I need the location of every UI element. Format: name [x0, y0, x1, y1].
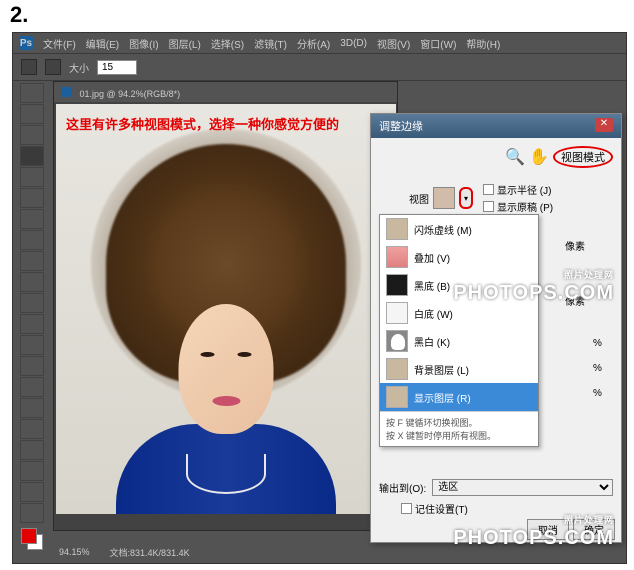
show-original-label: 显示原稿 (P)	[497, 199, 553, 214]
view-option-marching-ants[interactable]: 闪烁虚线 (M)	[380, 215, 538, 243]
view-option-on-white[interactable]: 白底 (W)	[380, 299, 538, 327]
unit-pct-1: %	[593, 338, 617, 349]
view-thumbnail[interactable]	[433, 187, 455, 209]
menu-select[interactable]: 选择(S)	[207, 34, 248, 53]
options-bar: 大小	[13, 53, 626, 81]
history-brush-tool[interactable]	[20, 272, 44, 292]
color-swatches[interactable]	[21, 528, 43, 550]
dialog-title: 调整边缘	[379, 118, 423, 134]
toolbox	[17, 81, 47, 556]
brush-tool[interactable]	[20, 230, 44, 250]
menu-edit[interactable]: 编辑(E)	[82, 34, 123, 53]
menu-window[interactable]: 窗口(W)	[416, 34, 460, 53]
menu-file[interactable]: 文件(F)	[39, 34, 80, 53]
menu-view[interactable]: 视图(V)	[373, 34, 414, 53]
status-bar: 94.15% 文档:831.4K/831.4K	[53, 543, 196, 561]
menu-image[interactable]: 图像(I)	[125, 34, 162, 53]
document-tab[interactable]: 01.jpg @ 94.2%(RGB/8*)	[54, 82, 397, 102]
lasso-tool[interactable]	[20, 125, 44, 145]
pen-tool[interactable]	[20, 377, 44, 397]
zoom-level[interactable]: 94.15%	[59, 547, 90, 557]
view-option-reveal-layer[interactable]: 显示图层 (R)	[380, 383, 538, 411]
main-menu-bar: Ps 文件(F) 编辑(E) 图像(I) 图层(L) 选择(S) 滤镜(T) 分…	[13, 33, 626, 53]
brush-preset-icon[interactable]	[45, 59, 61, 75]
refine-edge-dialog: 调整边缘 ✕ 🔍 ✋ 视图模式 视图 ▾ 显示半径 (J) 显示原稿 (P)	[370, 113, 622, 543]
show-original-checkbox[interactable]	[483, 201, 494, 212]
output-label: 输出到(O):	[379, 480, 426, 495]
menu-help[interactable]: 帮助(H)	[462, 34, 504, 53]
3d-tool[interactable]	[20, 461, 44, 481]
dropdown-hint: 按 F 键循环切换视图。 按 X 键暂时停用所有视图。	[380, 411, 538, 446]
current-tool-icon[interactable]	[21, 59, 37, 75]
show-radius-label: 显示半径 (J)	[497, 182, 551, 197]
photoshop-window: Ps 文件(F) 编辑(E) 图像(I) 图层(L) 选择(S) 滤镜(T) 分…	[12, 32, 627, 564]
dodge-tool[interactable]	[20, 356, 44, 376]
unit-pct-3: %	[593, 388, 617, 399]
output-select[interactable]: 选区	[432, 479, 613, 496]
eyedropper-tool[interactable]	[20, 188, 44, 208]
view-option-on-black[interactable]: 黑底 (B)	[380, 271, 538, 299]
dialog-titlebar: 调整边缘 ✕	[371, 114, 621, 138]
view-label: 视图	[409, 191, 429, 206]
blur-tool[interactable]	[20, 335, 44, 355]
marquee-tool[interactable]	[20, 104, 44, 124]
menu-layer[interactable]: 图层(L)	[165, 34, 205, 53]
document-title: 01.jpg @ 94.2%(RGB/8*)	[79, 89, 180, 99]
doc-icon	[62, 87, 72, 97]
menu-3d[interactable]: 3D(D)	[336, 36, 371, 51]
type-tool[interactable]	[20, 398, 44, 418]
hand-tool[interactable]	[20, 482, 44, 502]
canvas[interactable]: 这里有许多种视图模式，选择一种你感觉方便的	[56, 104, 396, 514]
show-radius-checkbox[interactable]	[483, 184, 494, 195]
remember-label: 记住设置(T)	[415, 501, 468, 516]
zoom-tool[interactable]	[20, 503, 44, 523]
close-icon[interactable]: ✕	[595, 118, 613, 132]
view-dropdown-button[interactable]: ▾	[459, 187, 473, 209]
document-window: 01.jpg @ 94.2%(RGB/8*) 这里有许多种视图模式，选择一种你感…	[53, 81, 398, 531]
healing-tool[interactable]	[20, 209, 44, 229]
quick-select-tool[interactable]	[20, 146, 44, 166]
view-option-overlay[interactable]: 叠加 (V)	[380, 243, 538, 271]
size-label: 大小	[69, 60, 89, 75]
stamp-tool[interactable]	[20, 251, 44, 271]
hand-icon[interactable]: ✋	[529, 147, 549, 167]
shape-tool[interactable]	[20, 440, 44, 460]
unit-px-1: 像素	[565, 238, 617, 253]
eraser-tool[interactable]	[20, 293, 44, 313]
view-option-on-layers[interactable]: 背景图层 (L)	[380, 355, 538, 383]
view-mode-link[interactable]: 视图模式	[553, 146, 613, 168]
cancel-button[interactable]: 取消	[527, 519, 569, 540]
unit-pct-2: %	[593, 363, 617, 374]
view-option-black-white[interactable]: 黑白 (K)	[380, 327, 538, 355]
portrait-image	[86, 134, 366, 514]
gradient-tool[interactable]	[20, 314, 44, 334]
remember-checkbox[interactable]	[401, 503, 412, 514]
move-tool[interactable]	[20, 83, 44, 103]
foreground-color[interactable]	[21, 528, 37, 544]
ps-logo-icon: Ps	[19, 36, 33, 50]
menu-analysis[interactable]: 分析(A)	[293, 34, 334, 53]
magnify-icon[interactable]: 🔍	[505, 147, 525, 167]
annotation-text: 这里有许多种视图模式，选择一种你感觉方便的	[66, 114, 339, 133]
doc-info: 文档:831.4K/831.4K	[110, 546, 190, 559]
ok-button[interactable]: 确定	[573, 519, 615, 540]
path-tool[interactable]	[20, 419, 44, 439]
unit-px-2: 像素	[565, 293, 617, 308]
menu-filter[interactable]: 滤镜(T)	[250, 34, 291, 53]
step-number: 2.	[10, 2, 28, 28]
view-mode-dropdown: 闪烁虚线 (M) 叠加 (V) 黑底 (B) 白底 (W) 黑白 (K) 背景图…	[379, 214, 539, 447]
size-field[interactable]	[97, 60, 137, 75]
crop-tool[interactable]	[20, 167, 44, 187]
